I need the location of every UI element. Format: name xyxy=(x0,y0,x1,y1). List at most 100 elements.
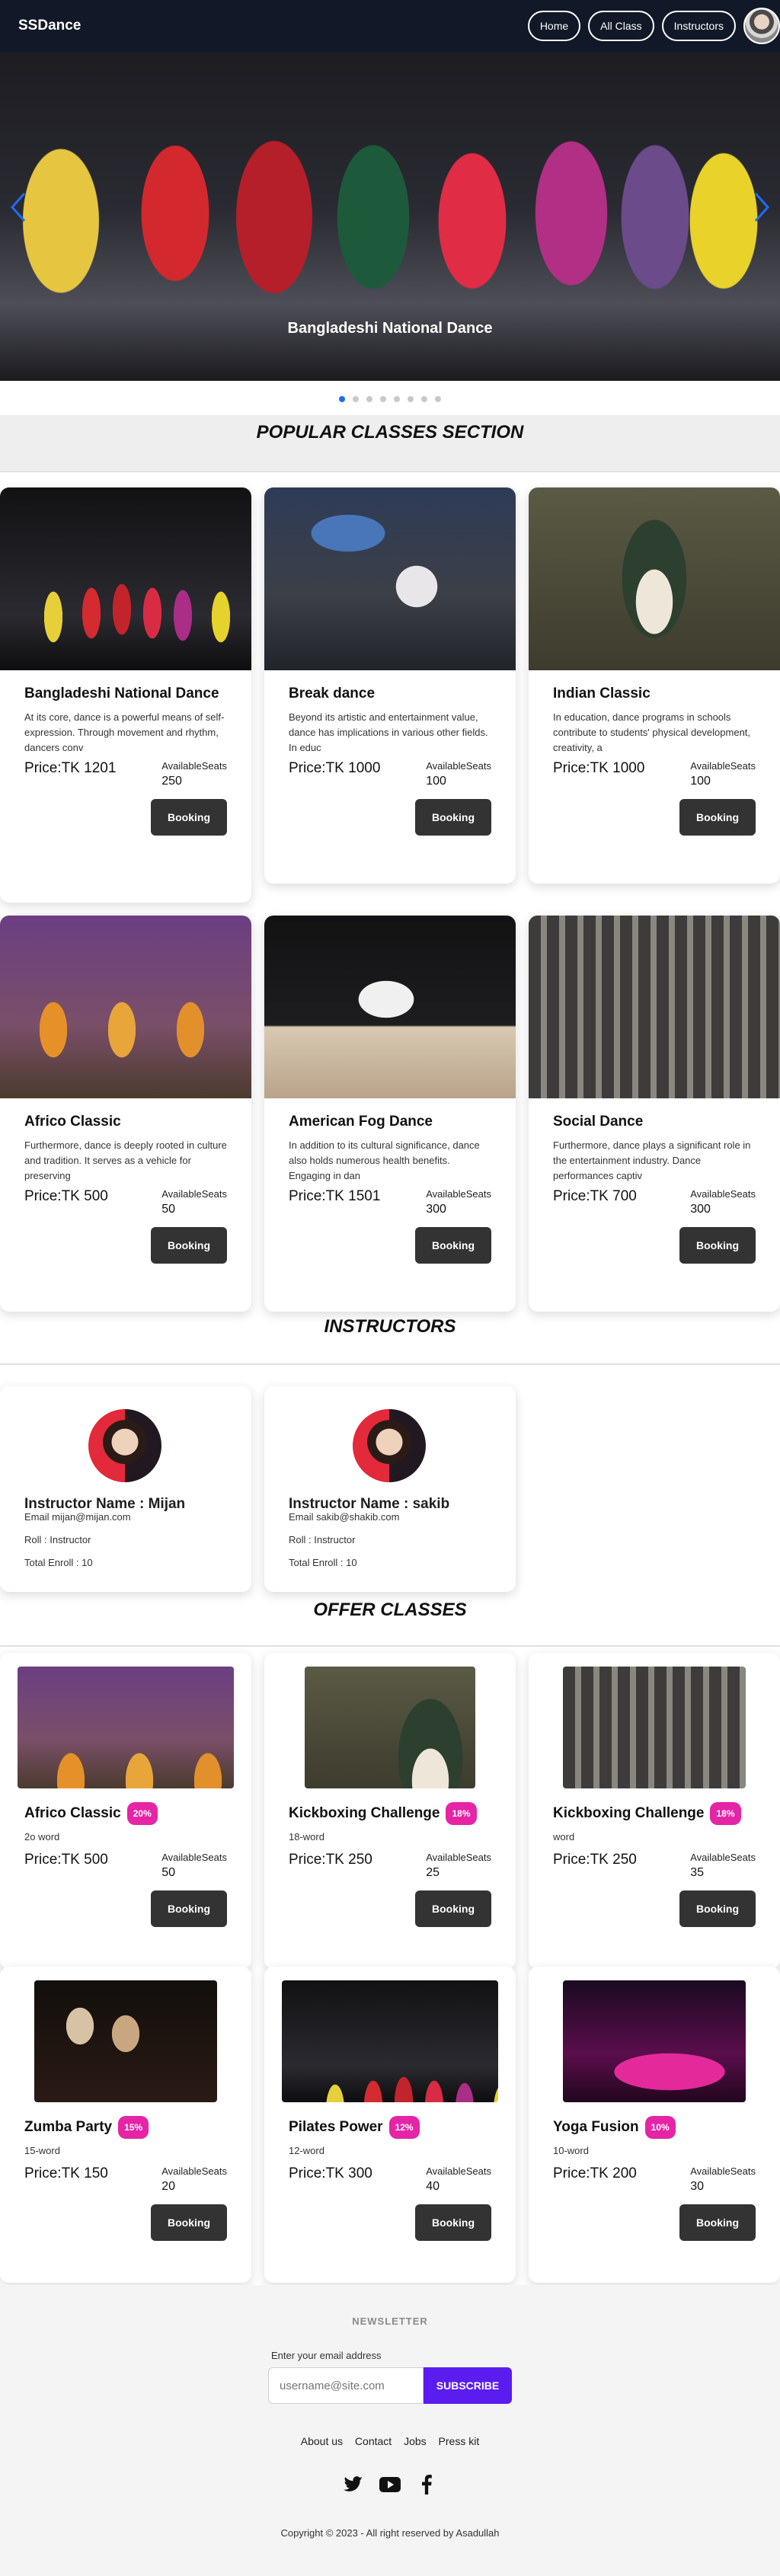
seats-count: 100 xyxy=(690,775,711,788)
booking-button[interactable]: Booking xyxy=(415,799,491,836)
booking-button[interactable]: Booking xyxy=(679,1890,756,1927)
chevron-right-icon[interactable] xyxy=(753,190,771,230)
carousel-dot[interactable] xyxy=(408,396,414,402)
offer-section-title: OFFER CLASSES xyxy=(313,1600,467,1620)
class-image xyxy=(0,916,251,1098)
hero-carousel: Bangladeshi National Dance xyxy=(0,0,780,381)
class-card: Bangladeshi National Dance At its core, … xyxy=(0,487,251,903)
discount-badge: 18% xyxy=(710,1802,741,1825)
instructor-card: Instructor Name : Mijan Email mijan@mija… xyxy=(0,1386,251,1592)
seats-label: AvailableSeats xyxy=(426,760,491,772)
class-image xyxy=(0,487,251,670)
class-name: American Fog Dance xyxy=(289,1114,433,1130)
subscribe-button[interactable]: SUBSCRIBE xyxy=(424,2367,512,2404)
booking-button[interactable]: Booking xyxy=(151,1227,227,1264)
seats-count: 50 xyxy=(161,1203,176,1216)
footer-link-about[interactable]: About us xyxy=(301,2435,343,2447)
newsletter-prompt: Enter your email address xyxy=(271,2350,382,2361)
twitter-icon[interactable] xyxy=(343,2474,364,2495)
booking-button[interactable]: Booking xyxy=(415,1227,491,1264)
booking-button[interactable]: Booking xyxy=(679,1227,756,1264)
class-image xyxy=(529,487,780,670)
offer-name: Pilates Power xyxy=(289,2119,383,2136)
facebook-icon[interactable] xyxy=(416,2474,437,2495)
class-name: Africo Classic xyxy=(24,1114,121,1130)
carousel-dot[interactable] xyxy=(353,396,359,402)
class-card: Break dance Beyond its artistic and ente… xyxy=(264,487,516,884)
seats-label: AvailableSeats xyxy=(690,760,756,772)
offer-word-count: word xyxy=(553,1831,575,1843)
user-avatar[interactable] xyxy=(743,8,780,44)
class-description: Furthermore, dance is deeply rooted in c… xyxy=(24,1139,227,1181)
seats-label: AvailableSeats xyxy=(690,1852,756,1863)
carousel-dot[interactable] xyxy=(380,396,386,402)
class-description: In education, dance programs in schools … xyxy=(553,711,751,753)
footer-link-jobs[interactable]: Jobs xyxy=(404,2435,427,2447)
offer-image xyxy=(563,1667,746,1788)
booking-button[interactable]: Booking xyxy=(679,2204,756,2241)
offer-card: Yoga Fusion 10% 10-word Price:TK 200 Avai… xyxy=(529,1967,780,2283)
booking-button[interactable]: Booking xyxy=(679,799,756,836)
hero-caption: Bangladeshi National Dance xyxy=(287,320,493,337)
offer-price: Price:TK 300 xyxy=(289,2165,372,2181)
booking-button[interactable]: Booking xyxy=(151,2204,227,2241)
instructor-enroll: Total Enroll : 10 xyxy=(24,1557,93,1568)
instructor-email: Email sakib@shakib.com xyxy=(289,1511,400,1523)
carousel-dot[interactable] xyxy=(394,396,400,402)
seats-count: 40 xyxy=(426,2180,440,2193)
instructor-name: Instructor Name : sakib xyxy=(289,1496,450,1512)
offer-name: Yoga Fusion xyxy=(553,2119,639,2136)
instructor-avatar xyxy=(88,1409,161,1482)
carousel-dot[interactable] xyxy=(435,396,441,402)
seats-label: AvailableSeats xyxy=(426,1188,491,1200)
carousel-dot[interactable] xyxy=(339,396,345,402)
booking-button[interactable]: Booking xyxy=(415,1890,491,1927)
class-price: Price:TK 1501 xyxy=(289,1188,381,1204)
copyright-text: Copyright © 2023 - All right reserved by… xyxy=(280,2527,500,2539)
seats-count: 100 xyxy=(426,775,446,788)
booking-button[interactable]: Booking xyxy=(415,2204,491,2241)
seats-label: AvailableSeats xyxy=(161,760,227,772)
carousel-dot[interactable] xyxy=(421,396,427,402)
footer-link-contact[interactable]: Contact xyxy=(355,2435,392,2447)
seats-label: AvailableSeats xyxy=(426,2165,491,2177)
offer-price: Price:TK 500 xyxy=(24,1852,108,1868)
nav-all-class-button[interactable]: All Class xyxy=(588,11,654,41)
booking-button[interactable]: Booking xyxy=(151,799,227,836)
social-links xyxy=(0,2474,780,2495)
seats-count: 50 xyxy=(161,1866,176,1879)
footer-link-press[interactable]: Press kit xyxy=(439,2435,480,2447)
newsletter-label: NEWSLETTER xyxy=(352,2316,428,2327)
nav-home-button[interactable]: Home xyxy=(527,11,581,41)
class-name: Social Dance xyxy=(553,1114,644,1130)
youtube-icon[interactable] xyxy=(379,2474,401,2495)
navbar: SSDance Home All Class Instructors xyxy=(0,0,780,52)
carousel-dot[interactable] xyxy=(366,396,372,402)
offer-image xyxy=(18,1667,234,1788)
booking-button[interactable]: Booking xyxy=(151,1890,227,1927)
brand-logo-text[interactable]: SSDance xyxy=(18,18,81,34)
discount-badge: 15% xyxy=(118,2116,149,2139)
seats-label: AvailableSeats xyxy=(161,2165,227,2177)
seats-count: 25 xyxy=(426,1866,440,1879)
popular-section-title: POPULAR CLASSES SECTION xyxy=(256,422,524,443)
instructor-roll: Roll : Instructor xyxy=(289,1534,356,1545)
seats-count: 20 xyxy=(161,2180,176,2193)
seats-label: AvailableSeats xyxy=(690,2165,756,2177)
offer-price: Price:TK 200 xyxy=(553,2165,637,2181)
class-image xyxy=(264,916,516,1098)
offer-card: Pilates Power 12% 12-word Price:TK 300 Av… xyxy=(264,1967,516,2283)
discount-badge: 12% xyxy=(388,2116,420,2139)
seats-label: AvailableSeats xyxy=(690,1188,756,1200)
offer-card: Zumba Party 15% 15-word Price:TK 150 Avai… xyxy=(0,1967,251,2283)
instructor-enroll: Total Enroll : 10 xyxy=(289,1557,357,1568)
newsletter-email-input[interactable] xyxy=(268,2367,424,2404)
offer-price: Price:TK 250 xyxy=(289,1852,372,1868)
nav-instructors-button[interactable]: Instructors xyxy=(661,11,736,41)
class-price: Price:TK 700 xyxy=(553,1188,637,1204)
footer-links: About us Contact Jobs Press kit xyxy=(0,2435,780,2447)
chevron-left-icon[interactable] xyxy=(9,190,27,230)
class-card: American Fog Dance In addition to its cu… xyxy=(264,916,516,1312)
offer-word-count: 10-word xyxy=(553,2145,589,2156)
instructor-email: Email mijan@mijan.com xyxy=(24,1511,131,1523)
